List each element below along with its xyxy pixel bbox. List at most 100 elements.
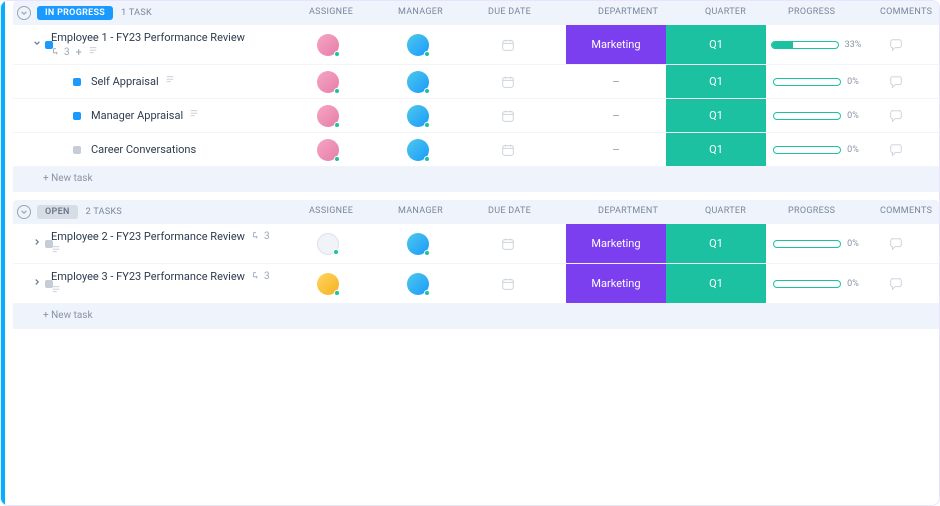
quarter-cell[interactable]: Q1 [666,25,766,64]
manager-cell[interactable] [383,25,453,64]
add-subtask-icon[interactable]: + [76,46,82,59]
task-name: Employee 2 - FY23 Performance Review [51,230,245,243]
status-square[interactable] [73,112,81,120]
avatar[interactable] [317,273,339,295]
manager-cell[interactable] [383,264,453,303]
doc-icon[interactable] [51,245,61,258]
subtask-count[interactable]: 3 [51,47,70,58]
quarter-cell[interactable]: Q1 [666,133,766,166]
collapse-icon[interactable] [17,205,31,219]
assignee-cell[interactable] [293,264,363,303]
chevron-right-icon[interactable] [33,238,41,249]
assignee-cell[interactable] [293,65,363,98]
task-name-cell[interactable]: Career Conversations [91,133,291,166]
row-handle[interactable] [33,264,53,303]
status-square[interactable] [73,78,81,86]
subtask-row[interactable]: Career Conversations – Q1 0% [13,133,939,167]
status-pill[interactable]: OPEN [37,205,78,219]
task-name-cell[interactable]: Employee 3 - FY23 Performance Review 3 [51,264,281,303]
row-handle[interactable] [33,224,53,263]
manager-cell[interactable] [383,65,453,98]
dept-cell[interactable]: Marketing [566,264,666,303]
dept-cell[interactable]: Marketing [566,224,666,263]
dept-cell: – [566,133,666,166]
dept-cell[interactable]: Marketing [566,25,666,64]
subtask-row[interactable]: Manager Appraisal – Q1 0% [13,99,939,133]
due-date-cell[interactable] [473,65,543,98]
col-manager: MANAGER [398,7,443,17]
avatar[interactable] [317,105,339,127]
doc-icon[interactable] [51,285,61,298]
avatar[interactable] [317,71,339,93]
new-task-button[interactable]: + New task [13,304,939,329]
progress-pct: 0% [847,145,859,155]
chevron-right-icon[interactable] [33,278,41,289]
quarter-cell[interactable]: Q1 [666,65,766,98]
quarter-cell[interactable]: Q1 [666,224,766,263]
assignee-cell[interactable] [293,25,363,64]
task-row[interactable]: Employee 1 - FY23 Performance Review 3 +… [13,25,939,65]
col-progress: PROGRESS [788,206,835,216]
due-date-cell[interactable] [473,224,543,263]
col-manager: MANAGER [398,206,443,216]
task-row[interactable]: Employee 2 - FY23 Performance Review 3 M… [13,224,939,264]
task-name: Employee 1 - FY23 Performance Review [51,31,245,44]
avatar[interactable] [407,139,429,161]
status-pill[interactable]: IN PROGRESS [37,6,113,20]
doc-icon[interactable] [165,75,175,88]
quarter-cell[interactable]: Q1 [666,99,766,132]
comments-cell[interactable] [866,264,926,303]
subtask-count[interactable]: 3 [251,231,270,242]
avatar[interactable] [317,139,339,161]
col-comments: COMMENTS [880,7,932,17]
task-name: Manager Appraisal [91,109,183,122]
task-name-cell[interactable]: Manager Appraisal [91,99,291,132]
task-row[interactable]: Employee 3 - FY23 Performance Review 3 M… [13,264,939,304]
manager-cell[interactable] [383,133,453,166]
avatar[interactable] [407,233,429,255]
section-header: OPEN 2 TASKS ASSIGNEE MANAGER DUE DATE D… [13,200,939,224]
doc-icon[interactable] [88,46,98,59]
row-handle[interactable] [73,65,81,98]
task-name-cell[interactable]: Employee 1 - FY23 Performance Review 3 + [51,25,281,64]
due-date-cell[interactable] [473,264,543,303]
avatar[interactable] [407,34,429,56]
status-square[interactable] [73,146,81,154]
quarter-cell[interactable]: Q1 [666,264,766,303]
collapse-icon[interactable] [17,6,31,20]
avatar[interactable] [407,105,429,127]
task-count: 2 TASKS [86,207,122,217]
task-name-cell[interactable]: Self Appraisal [91,65,291,98]
assignee-cell[interactable] [293,99,363,132]
avatar[interactable] [317,34,339,56]
col-assignee: ASSIGNEE [309,7,353,17]
due-date-cell[interactable] [473,25,543,64]
subtask-count[interactable]: 3 [251,271,270,282]
row-handle[interactable] [73,133,81,166]
progress-pct: 0% [847,77,859,87]
task-name: Employee 3 - FY23 Performance Review [51,270,245,283]
avatar[interactable] [407,71,429,93]
task-name-cell[interactable]: Employee 2 - FY23 Performance Review 3 [51,224,281,263]
comments-cell[interactable] [866,25,926,64]
comments-cell[interactable] [866,99,926,132]
comments-cell[interactable] [866,133,926,166]
due-date-cell[interactable] [473,99,543,132]
row-handle[interactable] [33,25,53,64]
due-date-cell[interactable] [473,133,543,166]
comments-cell[interactable] [866,224,926,263]
subtask-row[interactable]: Self Appraisal – Q1 0% [13,65,939,99]
row-handle[interactable] [73,99,81,132]
manager-cell[interactable] [383,99,453,132]
chevron-down-icon[interactable] [33,39,41,50]
doc-icon[interactable] [189,109,199,122]
avatar[interactable] [317,233,339,255]
new-task-button[interactable]: + New task [13,167,939,192]
comments-cell[interactable] [866,65,926,98]
assignee-cell[interactable] [293,133,363,166]
col-assignee: ASSIGNEE [309,206,353,216]
progress-cell: 0% [766,133,866,166]
assignee-cell[interactable] [293,224,363,263]
avatar[interactable] [407,273,429,295]
manager-cell[interactable] [383,224,453,263]
